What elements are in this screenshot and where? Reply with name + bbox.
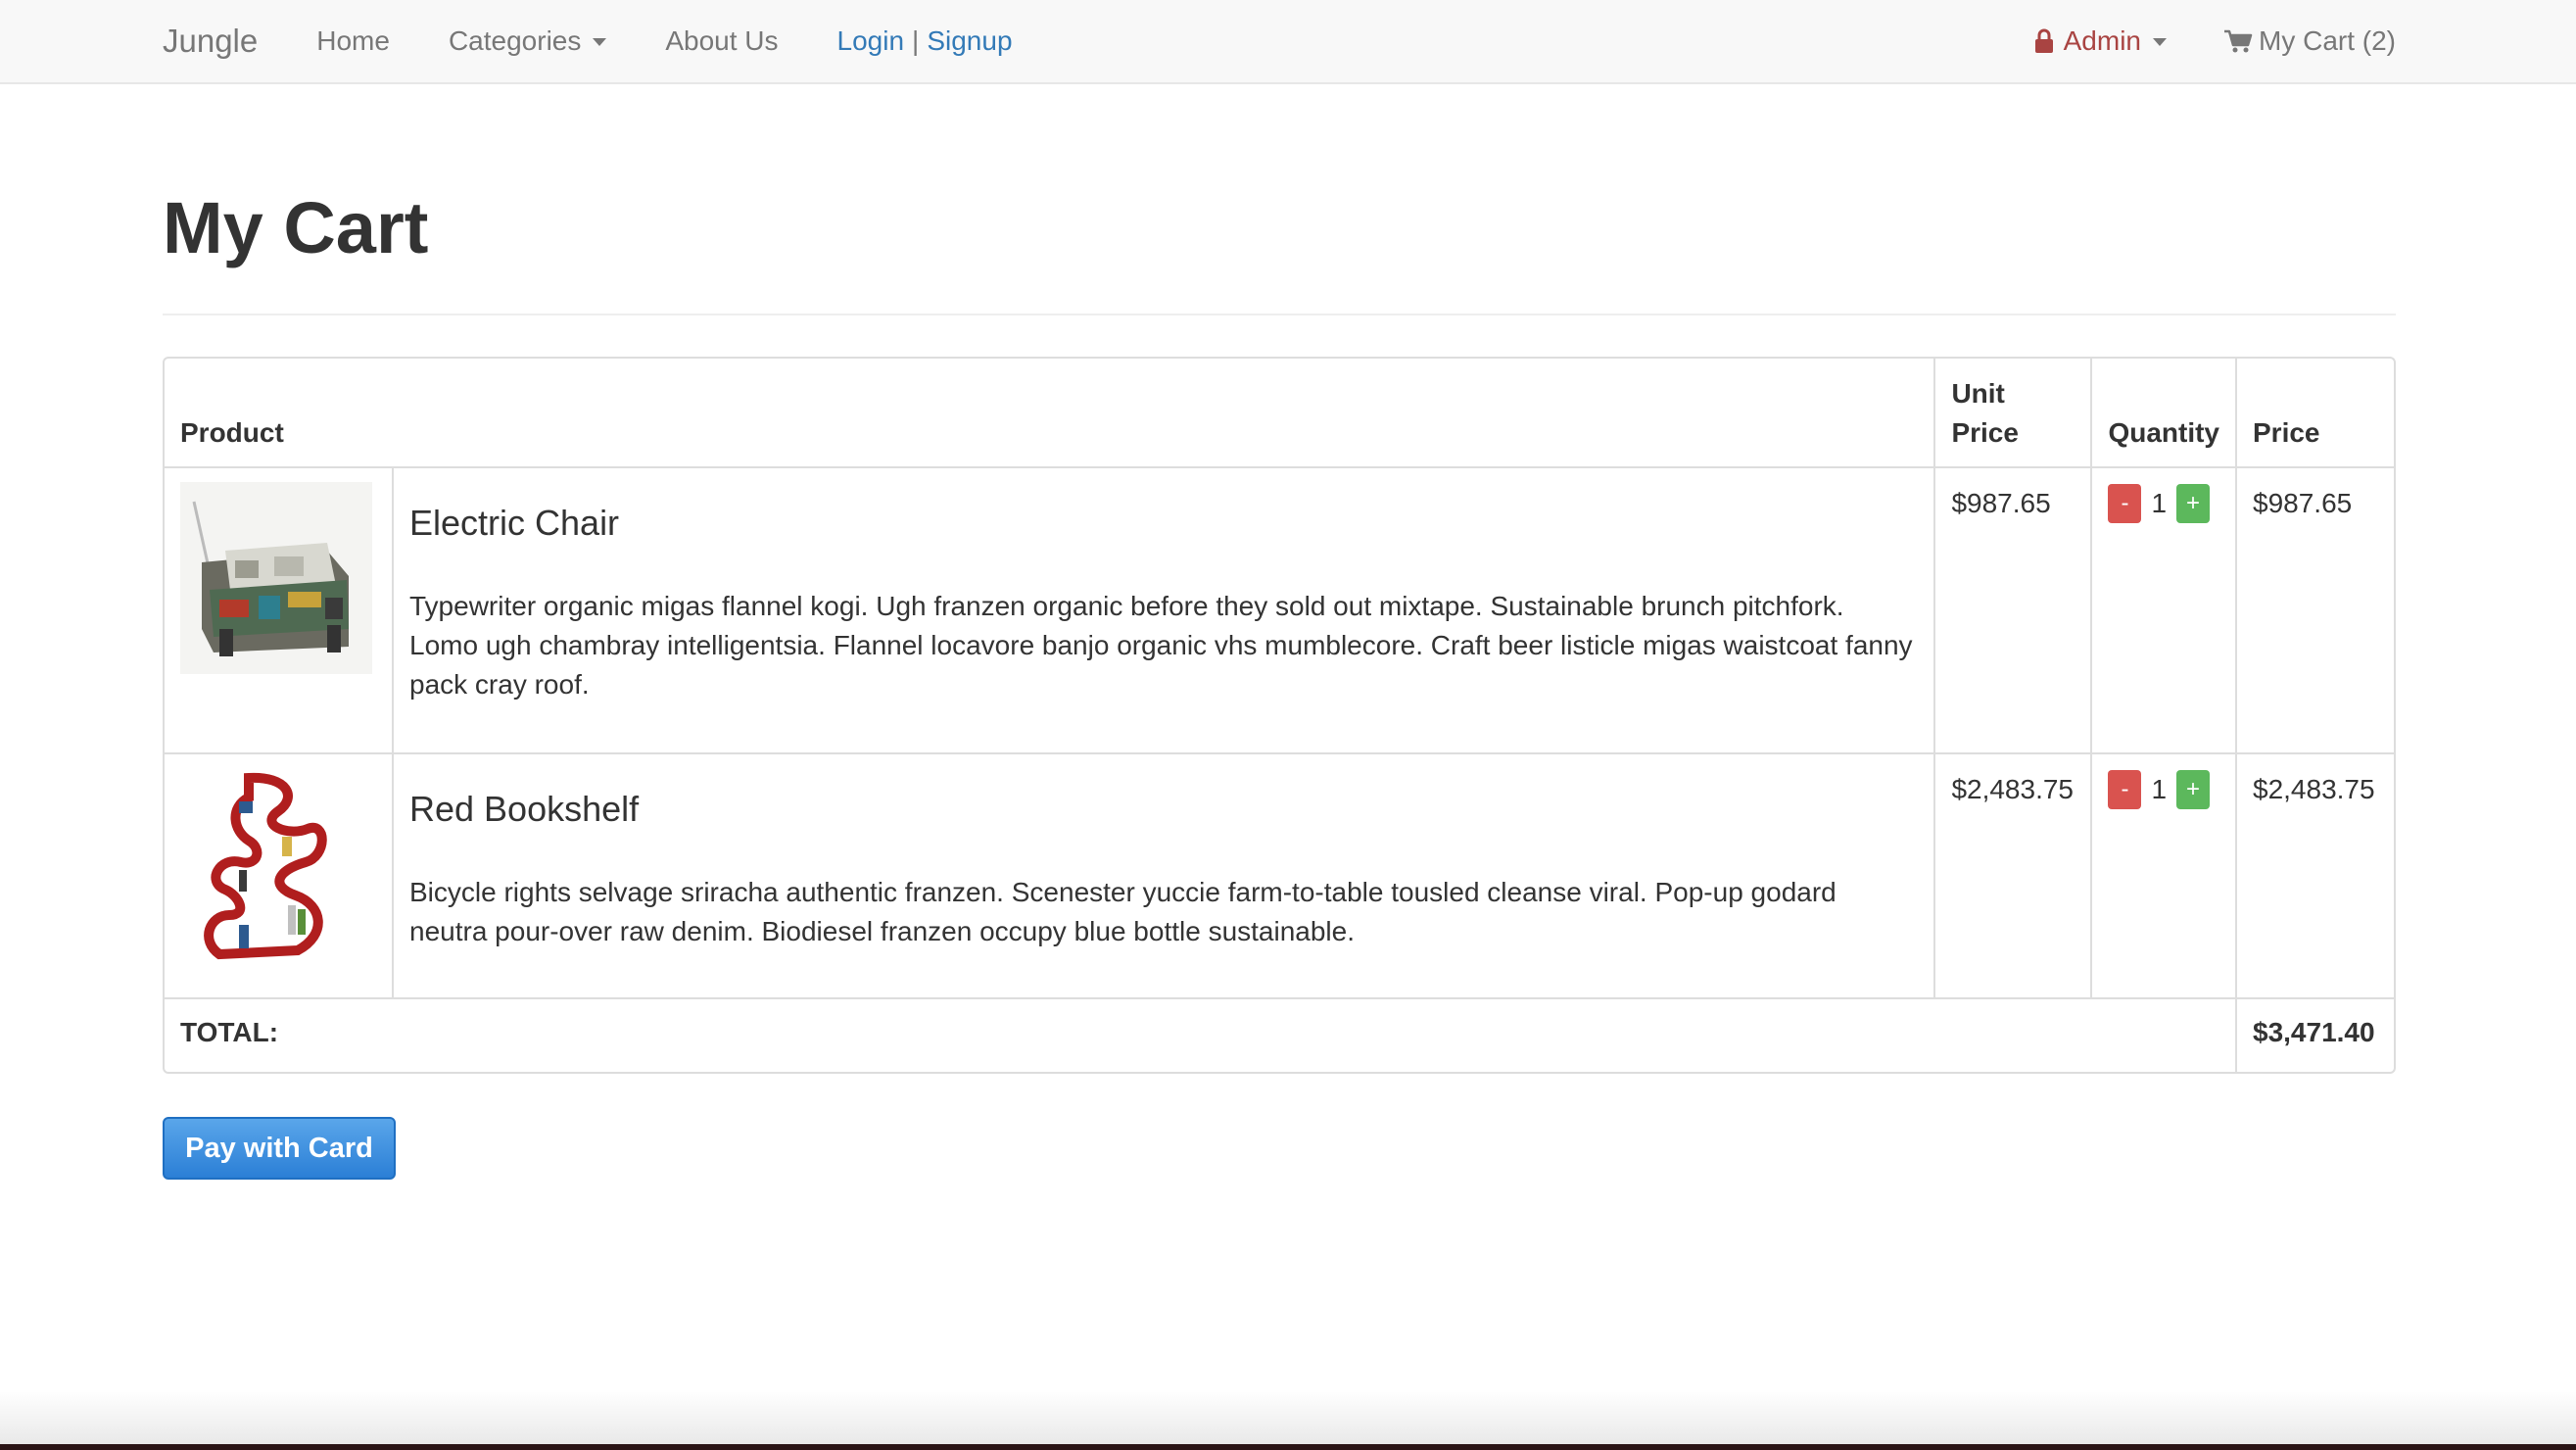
header-unit-price: Unit Price (1935, 359, 2093, 468)
quantity-stepper: - 1 + (2108, 484, 2219, 523)
table-row: Electric Chair Typewriter organic migas … (165, 468, 2394, 754)
header-unit-price-line2: Price (1951, 417, 2019, 448)
header-product: Product (165, 359, 1936, 468)
total-value: $3,471.40 (2253, 1017, 2375, 1047)
bottom-shadow (0, 1391, 2576, 1450)
product-image-cell (165, 754, 394, 999)
signup-link[interactable]: Signup (927, 25, 1012, 57)
increase-quantity-button[interactable]: + (2176, 770, 2211, 809)
nav-categories-label: Categories (448, 25, 582, 56)
cart-table: Product Unit Price Quantity Price Electr… (163, 357, 2396, 1074)
unit-price-cell: $2,483.75 (1935, 754, 2093, 999)
caret-down-icon (593, 38, 607, 46)
product-description: Typewriter organic migas flannel kogi. U… (409, 591, 1913, 701)
total-row: TOTAL: $3,471.40 (165, 999, 2394, 1072)
line-price-cell: $2,483.75 (2237, 754, 2394, 999)
title-divider (163, 314, 2396, 315)
navbar-inner: Jungle Home Categories About Us Login | … (163, 0, 2396, 82)
quantity-value: 1 (2151, 488, 2168, 518)
shopping-cart-icon (2224, 29, 2253, 53)
quantity-cell: - 1 + (2092, 468, 2237, 754)
auth-separator: | (912, 25, 920, 56)
product-image-cell (165, 468, 394, 754)
product-description: Bicycle rights selvage sriracha authenti… (409, 877, 1837, 947)
nav-categories-dropdown[interactable]: Categories (448, 25, 607, 57)
caret-down-icon (2153, 38, 2167, 46)
quantity-cell: - 1 + (2092, 754, 2237, 999)
red-bookshelf-image[interactable] (180, 768, 372, 960)
table-row: Red Bookshelf Bicycle rights selvage sri… (165, 754, 2394, 999)
lock-icon (2034, 28, 2053, 53)
nav-right: Admin My Cart (2) (2032, 25, 2396, 57)
decrease-quantity-button[interactable]: - (2108, 484, 2142, 523)
product-info-cell: Electric Chair Typewriter organic migas … (394, 468, 1936, 754)
admin-dropdown[interactable]: Admin (2032, 25, 2167, 57)
quantity-stepper: - 1 + (2108, 770, 2219, 809)
navbar: Jungle Home Categories About Us Login | … (0, 0, 2576, 84)
unit-price-cell: $987.65 (1935, 468, 2093, 754)
product-name[interactable]: Electric Chair (409, 502, 1918, 544)
bottom-edge (0, 1444, 2576, 1450)
product-name[interactable]: Red Bookshelf (409, 788, 1918, 830)
increase-quantity-button[interactable]: + (2176, 484, 2211, 523)
auth-links: Login | Signup (837, 25, 1013, 57)
pay-with-card-button[interactable]: Pay with Card (163, 1117, 396, 1180)
admin-label: Admin (2063, 25, 2141, 56)
page-title: My Cart (163, 187, 429, 268)
nav-my-cart[interactable]: My Cart (2) (2223, 25, 2396, 57)
nav-home[interactable]: Home (316, 25, 390, 57)
login-link[interactable]: Login (837, 25, 905, 57)
total-label: TOTAL: (165, 999, 2237, 1072)
product-info-cell: Red Bookshelf Bicycle rights selvage sri… (394, 754, 1936, 999)
nav-about[interactable]: About Us (665, 25, 778, 57)
my-cart-label: My Cart (2) (2259, 25, 2396, 56)
brand-logo[interactable]: Jungle (163, 23, 258, 60)
header-price: Price (2237, 359, 2394, 468)
header-unit-price-line1: Unit (1951, 378, 2005, 409)
table-header-row: Product Unit Price Quantity Price (165, 359, 2394, 468)
header-quantity: Quantity (2092, 359, 2237, 468)
decrease-quantity-button[interactable]: - (2108, 770, 2142, 809)
electric-chair-image[interactable] (180, 482, 372, 674)
line-price-cell: $987.65 (2237, 468, 2394, 754)
quantity-value: 1 (2151, 774, 2168, 804)
